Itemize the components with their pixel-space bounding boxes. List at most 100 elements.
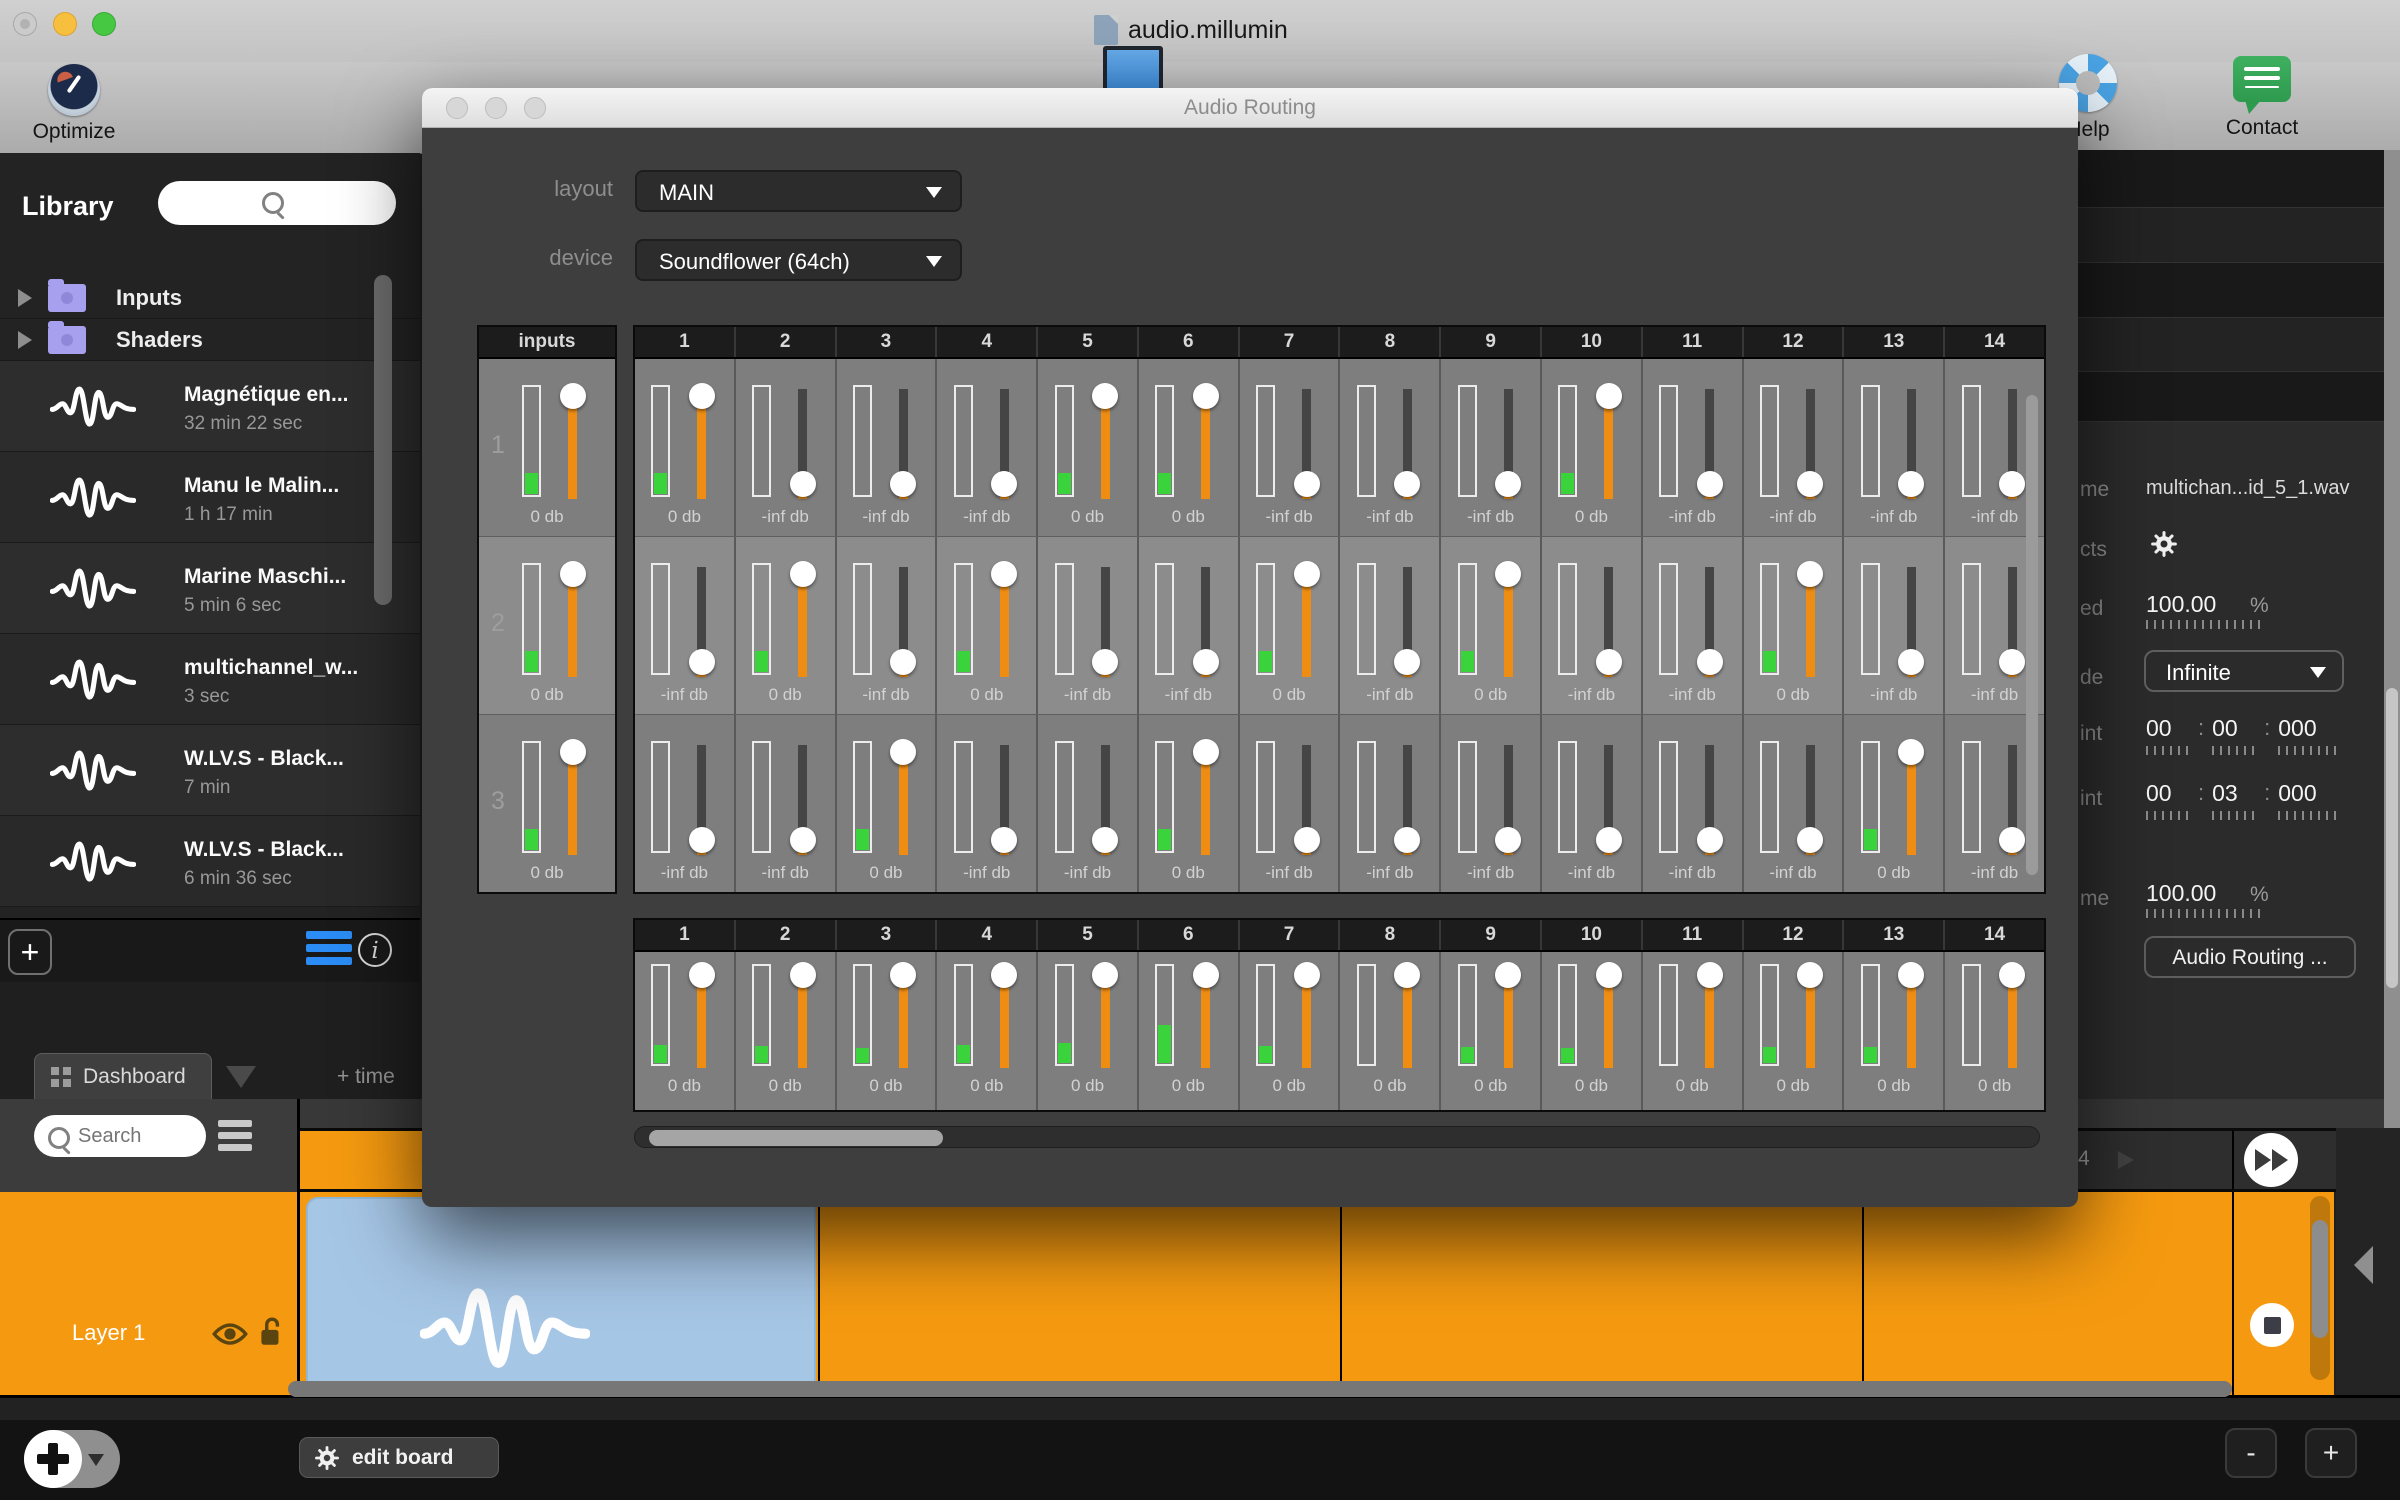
fader-cell[interactable]: 0 db [1643,952,1744,1110]
fader-track[interactable] [1495,962,1522,1068]
fader-track[interactable] [1999,567,2026,677]
fader-knob[interactable] [991,471,1018,497]
fader-track[interactable] [1797,561,1824,677]
fader-knob[interactable] [1495,827,1522,853]
fader-cell[interactable]: 0 db [937,952,1039,1110]
fader-cell[interactable]: -inf db [1441,359,1543,536]
panel-row[interactable] [2078,372,2384,422]
library-item[interactable]: W.LV.S - Black... 7 min [0,725,420,816]
library-item[interactable]: Magnétique en... 32 min 22 sec [0,361,420,452]
fader-track[interactable] [1999,389,2026,499]
fader-cell[interactable]: -inf db [1038,537,1139,714]
fader-track[interactable] [1092,745,1119,855]
fader-track[interactable] [1595,745,1622,855]
fader-track[interactable] [890,739,917,855]
fader-track[interactable] [991,561,1018,677]
layout-dropdown[interactable]: MAIN [635,170,962,212]
fader-knob[interactable] [559,561,586,587]
zoom-in-button[interactable]: + [2305,1428,2357,1478]
fader-track[interactable] [1898,739,1925,855]
audio-routing-button[interactable]: Audio Routing ... [2144,936,2356,978]
fader-cell[interactable]: 3 0 db [479,715,615,892]
fader-track[interactable] [1898,962,1925,1068]
list-view-button[interactable] [306,931,352,965]
fader-knob[interactable] [1092,962,1119,988]
dialog-titlebar[interactable]: Audio Routing [422,88,2078,128]
volume-slider[interactable] [2146,909,2264,918]
disclosure-triangle-icon[interactable] [18,330,32,349]
fast-forward-button[interactable] [2244,1133,2298,1187]
fader-knob[interactable] [1192,383,1219,409]
fader-track[interactable] [559,383,586,499]
fader-cell[interactable]: 1 0 db [479,359,615,536]
fader-knob[interactable] [1092,383,1119,409]
fader-track[interactable] [991,389,1018,499]
fader-knob[interactable] [559,383,586,409]
fader-track[interactable] [991,745,1018,855]
fader-knob[interactable] [890,739,917,765]
sidebar-folder-inputs[interactable]: Inputs [0,277,420,319]
timeline-vertical-scrollbar-thumb[interactable] [2312,1220,2328,1338]
fader-cell[interactable]: -inf db [1340,537,1442,714]
fader-track[interactable] [1192,739,1219,855]
selected-audio-clip[interactable] [306,1197,816,1393]
effects-gear-icon[interactable] [2150,530,2178,558]
fader-track[interactable] [1293,962,1320,1068]
fader-knob[interactable] [1999,962,2026,988]
fader-cell[interactable]: -inf db [1441,715,1543,892]
board-menu-button[interactable] [226,1066,256,1088]
fader-cell[interactable]: -inf db [1340,359,1442,536]
panel-row[interactable] [2078,263,2384,318]
fader-knob[interactable] [1595,649,1622,675]
fader-cell[interactable]: -inf db [837,359,938,536]
library-scrollbar[interactable] [374,275,392,605]
fader-cell[interactable]: 0 db [1038,952,1139,1110]
outpoint-min[interactable]: 00 [2146,780,2172,806]
outpoint-ms[interactable]: 000 [2278,780,2316,806]
fader-track[interactable] [1595,383,1622,499]
inpoint-sec[interactable]: 00 [2212,715,2238,741]
fader-track[interactable] [1092,567,1119,677]
fader-cell[interactable]: 0 db [736,952,837,1110]
panel-row[interactable] [2078,150,2384,208]
fader-cell[interactable]: -inf db [1844,359,1946,536]
optimize-button[interactable]: Optimize [18,64,130,144]
fader-track[interactable] [1999,962,2026,1068]
fader-cell[interactable]: 0 db [1542,952,1643,1110]
info-button[interactable]: i [358,933,392,967]
fader-knob[interactable] [1797,561,1824,587]
fader-knob[interactable] [1192,649,1219,675]
fader-knob[interactable] [1092,827,1119,853]
fader-knob[interactable] [1394,649,1421,675]
fader-cell[interactable]: -inf db [1844,537,1946,714]
fader-knob[interactable] [1192,739,1219,765]
inpoint-ms[interactable]: 000 [2278,715,2316,741]
fader-cell[interactable]: 0 db [635,359,736,536]
fader-cell[interactable]: -inf db [736,715,837,892]
fader-knob[interactable] [890,962,917,988]
fader-track[interactable] [1797,745,1824,855]
fader-knob[interactable] [1999,471,2026,497]
fader-track[interactable] [1092,383,1119,499]
layer-1-header[interactable]: Layer 1 [0,1192,300,1395]
tab-dashboard[interactable]: Dashboard [34,1053,212,1100]
fader-cell[interactable]: -inf db [1240,715,1341,892]
fader-cell[interactable]: 0 db [837,715,938,892]
fader-knob[interactable] [559,739,586,765]
fader-track[interactable] [1293,389,1320,499]
inpoint-min[interactable]: 00 [2146,715,2172,741]
fader-cell[interactable]: -inf db [1643,715,1744,892]
fader-track[interactable] [688,745,715,855]
fader-knob[interactable] [1797,827,1824,853]
add-timeline-button[interactable]: + time [337,1065,395,1089]
fader-knob[interactable] [789,827,816,853]
fader-track[interactable] [890,962,917,1068]
fader-cell[interactable]: -inf db [1240,359,1341,536]
fader-knob[interactable] [1595,383,1622,409]
fader-knob[interactable] [1898,471,1925,497]
fader-cell[interactable]: -inf db [1744,359,1845,536]
fader-knob[interactable] [1595,962,1622,988]
fader-knob[interactable] [1898,962,1925,988]
fader-knob[interactable] [1495,471,1522,497]
fader-knob[interactable] [1696,827,1723,853]
